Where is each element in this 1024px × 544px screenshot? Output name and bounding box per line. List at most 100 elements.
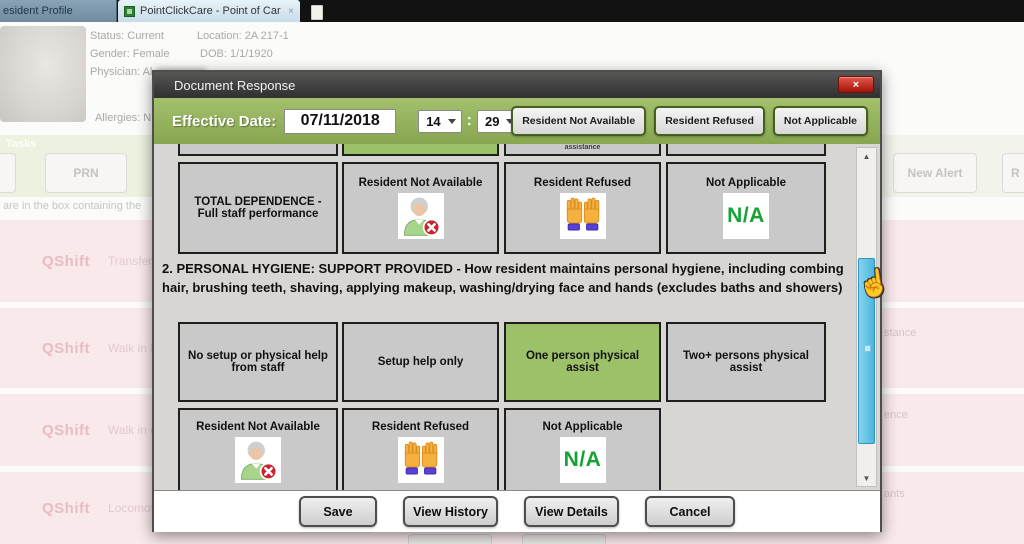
na-text: N/A [564,448,602,472]
scroll-down-button[interactable]: ▼ [857,470,876,486]
question-2-text: 2. PERSONAL HYGIENE: SUPPORT PROVIDED - … [162,260,852,298]
view-details-button[interactable]: View Details [524,496,619,527]
hour-select[interactable]: 14 [418,110,461,133]
q2-option-no-setup[interactable]: No setup or physical help from staff [178,322,338,402]
q2-not-applicable[interactable]: Not Applicable N/A [504,408,661,490]
qshift-badge: QShift [42,422,90,439]
resident-photo [0,26,86,122]
option-label: One person physical assist [512,350,653,374]
resident-refused-icon [560,193,606,239]
q2-resident-not-available[interactable]: Resident Not Available [178,408,338,490]
option-label: Resident Refused [372,421,469,433]
q2-option-two-plus-persons[interactable]: Two+ persons physical assist [666,322,826,402]
resident-refused-button[interactable]: Resident Refused [654,106,765,136]
chevron-down-icon [448,119,456,124]
option-total-dependence[interactable]: TOTAL DEPENDENCE - Full staff performanc… [178,162,338,254]
tab-pointclickcare[interactable]: PointClickCare - Point of Care... × [118,0,300,22]
new-tab-button[interactable] [304,2,330,22]
option-label: Setup help only [378,356,464,368]
resident-not-available-icon [398,193,444,239]
dialog-footer: Save View History View Details Cancel [154,490,880,532]
dialog-header: Effective Date: 14 : 29 Resident Not Ava… [154,98,880,144]
quick-response-buttons: Resident Not Available Resident Refused … [511,106,868,136]
scroll-up-button[interactable]: ▲ [857,148,876,164]
pointclickcare-favicon-icon [124,6,135,17]
button-label: Resident Refused [665,115,754,127]
tab-resident-profile[interactable]: esident Profile [0,0,117,22]
triangle-down-icon: ▼ [863,474,871,483]
effective-date-input[interactable] [284,109,396,134]
effective-date-label: Effective Date: [172,113,276,130]
faint-text-fragment: ence [884,409,908,421]
not-applicable-icon: N/A [560,437,606,483]
q2-option-one-person-assist-selected[interactable]: One person physical assist [504,322,661,402]
view-history-button[interactable]: View History [403,496,498,527]
tab-label: PointClickCare - Point of Care... [140,5,281,17]
option-label: TOTAL DEPENDENCE - Full staff performanc… [186,196,330,220]
dialog-close-button[interactable]: × [838,76,874,93]
not-applicable-button[interactable]: Not Applicable [773,106,868,136]
button-label: Cancel [670,505,711,519]
document-response-dialog: Document Response × Effective Date: 14 :… [152,70,882,532]
resident-location: Location: 2A 217-1 [197,30,289,42]
background-partial-button [522,534,606,544]
dialog-scrollbar[interactable]: ▲ ▼ [856,147,877,487]
button-label: Not Applicable [784,115,857,127]
resident-not-available-button[interactable]: Resident Not Available [511,106,646,136]
option-label: Two+ persons physical assist [674,350,818,374]
dialog-titlebar: Document Response [154,72,880,98]
minute-value: 29 [485,114,499,129]
q2-option-setup-help[interactable]: Setup help only [342,322,499,402]
resident-refused-icon [398,437,444,483]
faint-text-fragment: stance [884,327,916,339]
time-separator: : [467,112,472,130]
q1-not-applicable[interactable]: Not Applicable N/A [666,162,826,254]
option-cell-partial[interactable] [666,144,826,156]
resident-status: Status: Current [90,30,164,42]
q1-resident-not-available[interactable]: Resident Not Available [342,162,499,254]
qshift-badge: QShift [42,500,90,517]
not-applicable-icon: N/A [723,193,769,239]
prn-button[interactable]: PRN [45,153,127,193]
option-cell-partial-selected[interactable] [342,144,499,156]
new-alert-button[interactable]: New Alert [893,153,977,193]
qshift-badge: QShift [42,253,90,270]
resident-dob: DOB: 1/1/1920 [200,48,273,60]
option-label: Resident Refused [534,177,631,189]
resident-allergies: Allergies: N [95,112,151,124]
scrollbar-grip [864,345,871,352]
option-label: Not Applicable [706,177,786,189]
background-partial-button-left [0,153,16,193]
resident-gender: Gender: Female [90,48,169,60]
save-button[interactable]: Save [299,496,377,527]
triangle-up-icon: ▲ [863,152,871,161]
prn-label: PRN [73,166,98,180]
background-partial-button-right: R [1002,153,1024,193]
cancel-button[interactable]: Cancel [645,496,735,527]
option-label: Not Applicable [542,421,622,433]
tab-close-icon[interactable]: × [288,6,294,17]
option-label: Resident Not Available [359,177,483,189]
background-partial-button [408,534,492,544]
na-text: N/A [727,204,765,228]
resident-not-available-icon [235,437,281,483]
new-tab-page-icon [311,5,323,20]
physician-label: Physician: Al [90,66,152,78]
faint-text-fragment: ants [884,488,905,500]
button-label: Save [323,505,352,519]
button-label: Resident Not Available [522,115,635,127]
hour-value: 14 [426,114,440,129]
dialog-scroll-content: assistance TOTAL DEPENDENCE - Full staff… [154,144,880,490]
q1-resident-refused[interactable]: Resident Refused [504,162,661,254]
tab-label: esident Profile [3,5,73,17]
close-x-icon: × [853,79,859,91]
button-label: View Details [535,505,608,519]
q2-resident-refused[interactable]: Resident Refused [342,408,499,490]
option-cell-partial[interactable] [178,144,338,156]
option-label: No setup or physical help from staff [186,350,330,374]
scrollbar-thumb[interactable] [858,258,875,444]
option-cell-partial[interactable]: assistance [504,144,661,156]
browser-tab-bar: esident Profile PointClickCare - Point o… [0,0,1024,22]
partial-option-text: assistance [506,144,659,151]
tasks-title: Tasks [6,138,36,150]
